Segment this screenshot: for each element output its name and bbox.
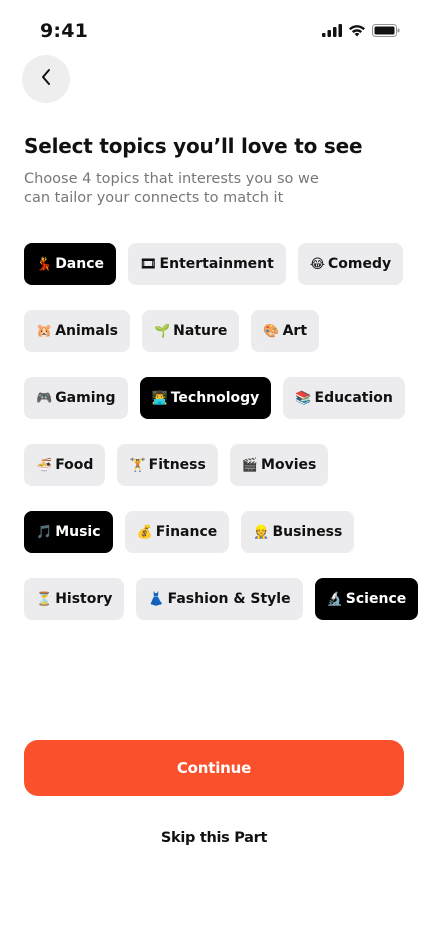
topic-chip-entertainment[interactable]: 🎞 Entertainment xyxy=(128,243,286,285)
signal-icon xyxy=(322,22,342,41)
topic-chip-nature[interactable]: 🌱 Nature xyxy=(141,310,240,352)
game-controller-emoji-icon: 🎮 xyxy=(36,390,53,406)
topic-chip-art[interactable]: 🎨 Art xyxy=(251,310,320,352)
topic-label: Comedy xyxy=(328,256,392,272)
topic-label: Fashion & Style xyxy=(167,591,291,607)
topic-list: 💃 Dance 🎞 Entertainment 😂 Comedy 🐹 Anima… xyxy=(24,243,419,645)
wifi-icon xyxy=(348,22,366,41)
topic-label: Music xyxy=(55,524,101,540)
topic-chip-education[interactable]: 📚 Education xyxy=(283,377,405,419)
topic-chip-gaming[interactable]: 🎮 Gaming xyxy=(24,377,128,419)
technologist-emoji-icon: 👨‍💻 xyxy=(151,390,168,406)
topic-label: Technology xyxy=(170,390,260,406)
topic-label: Education xyxy=(314,390,393,406)
seedling-emoji-icon: 🌱 xyxy=(153,323,171,339)
topic-chip-animals[interactable]: 🐹 Animals xyxy=(24,310,130,352)
topic-row: 💃 Dance 🎞 Entertainment 😂 Comedy xyxy=(24,243,404,285)
topic-chip-science[interactable]: 🔬 Science xyxy=(314,578,419,620)
laughing-emoji-icon: 😂 xyxy=(309,256,326,272)
topic-row: 🎮 Gaming 👨‍💻 Technology 📚 Education xyxy=(24,377,405,419)
worker-emoji-icon: 👷 xyxy=(253,524,270,540)
topic-row: 🍜 Food 🏋 Fitness 🎬 Movies xyxy=(24,444,404,486)
topic-chip-music[interactable]: 🎵 Music xyxy=(24,511,113,553)
topic-label: Fitness xyxy=(148,457,206,473)
money-bag-emoji-icon: 💰 xyxy=(136,524,153,540)
status-icons xyxy=(322,22,400,41)
topic-label: Animals xyxy=(55,323,118,339)
topic-label: History xyxy=(55,591,113,607)
dress-emoji-icon: 👗 xyxy=(148,591,165,607)
music-note-emoji-icon: 🎵 xyxy=(36,524,53,540)
topic-chip-fitness[interactable]: 🏋 Fitness xyxy=(117,444,218,486)
film-emoji-icon: 🎞 xyxy=(140,256,157,272)
weightlifter-emoji-icon: 🏋 xyxy=(129,457,146,473)
noodle-bowl-emoji-icon: 🍜 xyxy=(36,457,53,473)
topic-chip-food[interactable]: 🍜 Food xyxy=(24,444,106,486)
topic-row: ⏳ History 👗 Fashion & Style 🔬 Science xyxy=(24,578,419,620)
topic-row: 🎵 Music 💰 Finance 👷 Business xyxy=(24,511,404,553)
hamster-emoji-icon: 🐹 xyxy=(36,323,53,339)
topic-row: 🐹 Animals 🌱 Nature 🎨 Art xyxy=(24,310,404,352)
page-subtitle: Choose 4 topics that interests you so we… xyxy=(24,171,319,206)
topic-chip-fashion-style[interactable]: 👗 Fashion & Style xyxy=(136,578,303,620)
topic-label: Food xyxy=(55,457,94,473)
topic-chip-finance[interactable]: 💰 Finance xyxy=(124,511,230,553)
palette-emoji-icon: 🎨 xyxy=(263,323,280,339)
page-title: Select topics you’ll love to see xyxy=(24,134,363,158)
skip-link[interactable]: Skip this Part xyxy=(0,830,428,846)
topic-label: Movies xyxy=(261,457,317,473)
topic-label: Gaming xyxy=(55,390,116,406)
back-button[interactable] xyxy=(22,55,70,103)
microscope-emoji-icon: 🔬 xyxy=(326,591,343,607)
clapper-board-emoji-icon: 🎬 xyxy=(241,457,259,473)
hourglass-emoji-icon: ⏳ xyxy=(36,591,53,607)
topic-chip-technology[interactable]: 👨‍💻 Technology xyxy=(139,377,272,419)
battery-icon xyxy=(372,22,400,41)
topic-label: Nature xyxy=(173,323,228,339)
books-emoji-icon: 📚 xyxy=(295,390,312,406)
dance-emoji-icon: 💃 xyxy=(36,256,53,272)
topic-chip-comedy[interactable]: 😂 Comedy xyxy=(297,243,404,285)
continue-button[interactable]: Continue xyxy=(24,740,404,796)
topic-chip-movies[interactable]: 🎬 Movies xyxy=(229,444,329,486)
topic-label: Business xyxy=(272,524,343,540)
topic-label: Entertainment xyxy=(159,256,274,272)
chevron-left-icon xyxy=(40,68,52,90)
topic-chip-dance[interactable]: 💃 Dance xyxy=(24,243,117,285)
topic-label: Science xyxy=(345,591,407,607)
topic-label: Finance xyxy=(155,524,218,540)
status-time: 9:41 xyxy=(40,20,89,42)
topic-label: Art xyxy=(282,323,308,339)
topic-chip-business[interactable]: 👷 Business xyxy=(241,511,355,553)
topic-chip-history[interactable]: ⏳ History xyxy=(24,578,125,620)
status-bar: 9:41 xyxy=(0,0,428,62)
topic-label: Dance xyxy=(55,256,105,272)
